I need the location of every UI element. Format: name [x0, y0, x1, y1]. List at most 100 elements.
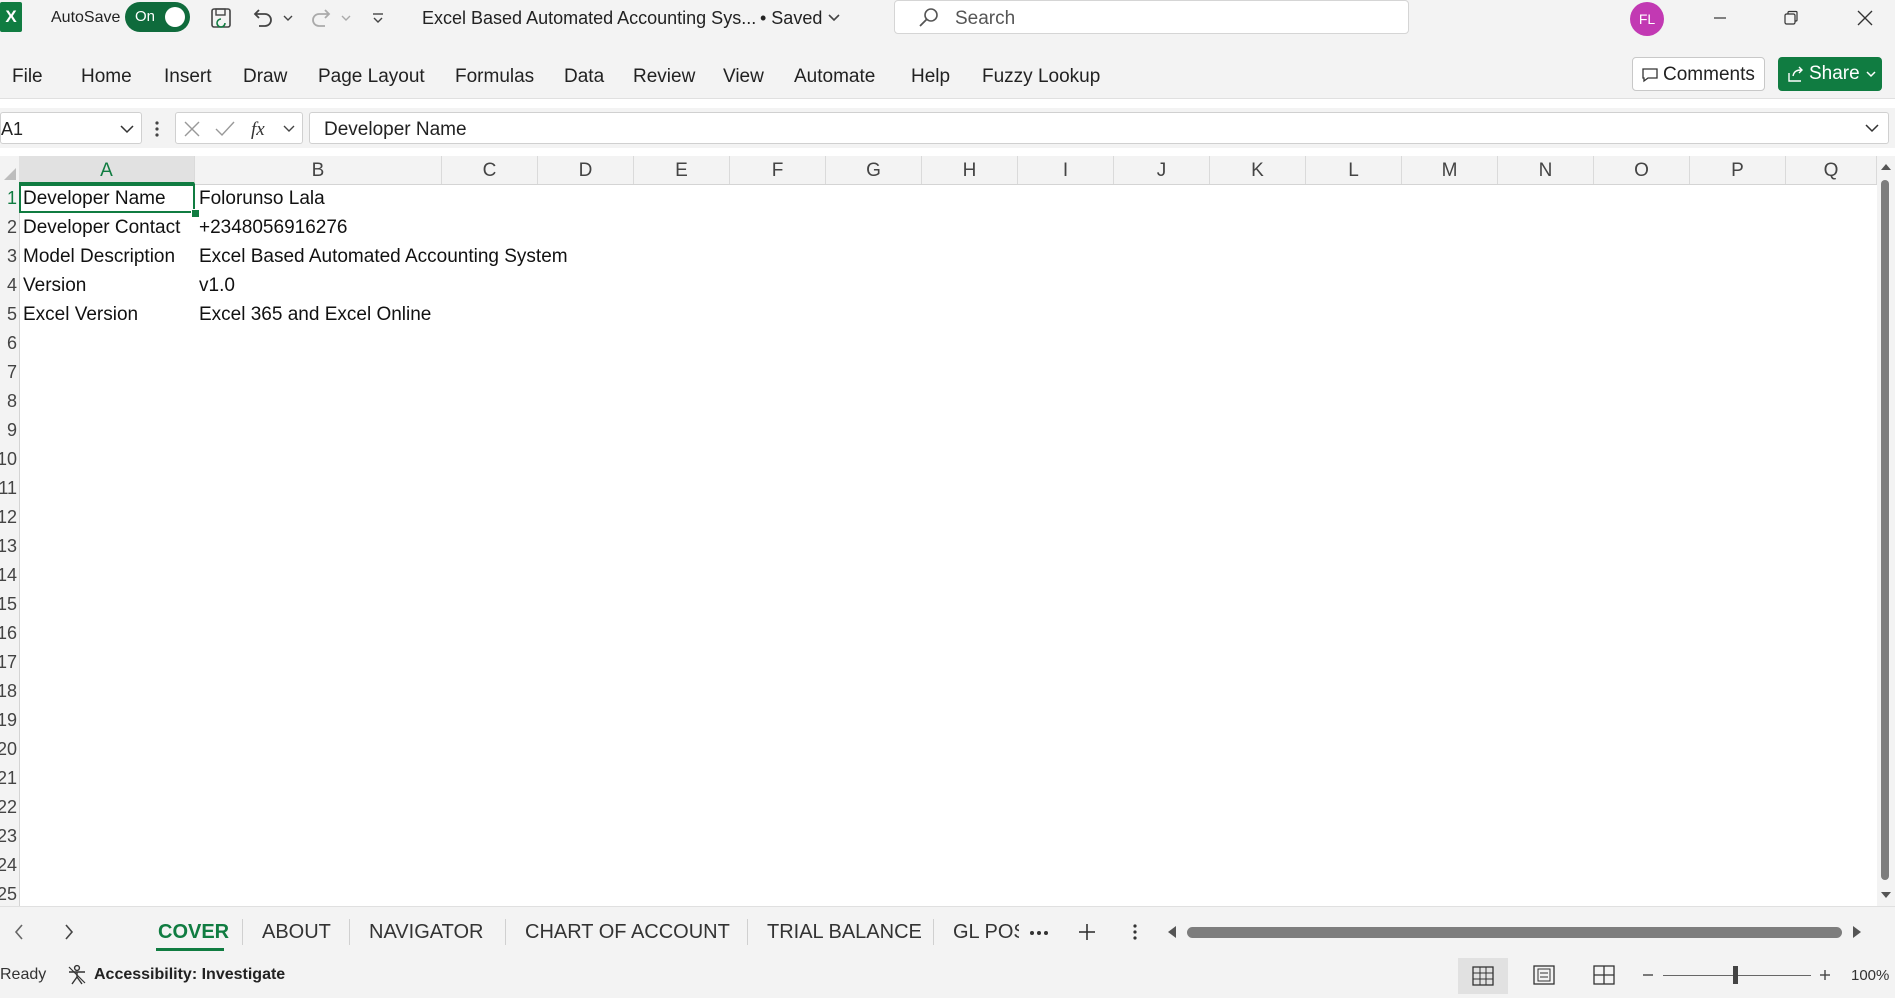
row-header[interactable]: 20	[0, 735, 17, 764]
hscroll-right-icon[interactable]	[1851, 925, 1863, 939]
accessibility-status[interactable]: Accessibility: Investigate	[94, 966, 285, 984]
save-status[interactable]: • Saved	[760, 8, 822, 29]
cell-b3[interactable]: Excel Based Automated Accounting System	[199, 242, 568, 271]
row-header[interactable]: 18	[0, 677, 17, 706]
column-header-o[interactable]: O	[1594, 156, 1690, 184]
zoom-slider-thumb[interactable]	[1733, 966, 1738, 984]
column-header-n[interactable]: N	[1498, 156, 1594, 184]
restore-button[interactable]	[1761, 0, 1821, 36]
formula-input[interactable]: Developer Name	[309, 112, 1889, 144]
column-header-p[interactable]: P	[1690, 156, 1786, 184]
cell-b4[interactable]: v1.0	[199, 271, 235, 300]
row-header[interactable]: 1	[0, 184, 17, 213]
column-header-k[interactable]: K	[1210, 156, 1306, 184]
row-header[interactable]: 2	[0, 213, 17, 242]
column-header-m[interactable]: M	[1402, 156, 1498, 184]
page-break-view-icon[interactable]	[1593, 965, 1615, 985]
save-icon[interactable]	[207, 4, 235, 32]
sheet-scroll-right-icon[interactable]	[62, 922, 76, 942]
more-options-icon[interactable]	[154, 120, 160, 138]
row-header[interactable]: 11	[0, 474, 17, 503]
fill-handle[interactable]	[191, 209, 200, 218]
cell-a4[interactable]: Version	[23, 271, 86, 300]
row-header[interactable]: 25	[0, 880, 17, 906]
user-avatar[interactable]: FL	[1630, 2, 1664, 36]
function-dropdown-icon[interactable]	[282, 124, 296, 134]
zoom-out-icon[interactable]	[1641, 970, 1655, 980]
tab-help[interactable]: Help	[911, 66, 950, 88]
vertical-scrollbar[interactable]	[1877, 156, 1895, 906]
tab-insert[interactable]: Insert	[164, 66, 212, 88]
sheet-tab-about[interactable]: ABOUT	[262, 921, 331, 944]
undo-icon[interactable]	[248, 4, 278, 32]
undo-dropdown-icon[interactable]	[280, 4, 296, 32]
row-header[interactable]: 21	[0, 764, 17, 793]
sheet-tab-trial-balance[interactable]: TRIAL BALANCE	[767, 921, 922, 944]
column-header-a[interactable]: A	[19, 156, 195, 184]
name-box[interactable]: A1	[0, 112, 142, 144]
column-header-e[interactable]: E	[634, 156, 730, 184]
sheet-tab-cover[interactable]: COVER	[158, 921, 229, 944]
worksheet-grid[interactable]: A B C D E F G H I J K L M N O P Q 1 2 3 …	[0, 156, 1877, 906]
tab-fuzzy-lookup[interactable]: Fuzzy Lookup	[982, 66, 1100, 88]
tab-formulas[interactable]: Formulas	[455, 66, 534, 88]
tab-view[interactable]: View	[723, 66, 764, 88]
horizontal-scroll-thumb[interactable]	[1187, 927, 1842, 938]
tab-data[interactable]: Data	[564, 66, 604, 88]
sheet-tab-gl-posting[interactable]: GL POS	[953, 921, 1019, 944]
share-button[interactable]: Share	[1778, 57, 1882, 91]
hscroll-left-icon[interactable]	[1166, 925, 1178, 939]
sheet-tab-chart-of-account[interactable]: CHART OF ACCOUNT	[525, 921, 730, 944]
column-header-g[interactable]: G	[826, 156, 922, 184]
more-sheets-icon[interactable]	[1029, 929, 1049, 937]
document-title[interactable]: Excel Based Automated Accounting Sys...	[422, 8, 756, 29]
zoom-level[interactable]: 100%	[1851, 967, 1889, 984]
redo-dropdown-icon[interactable]	[338, 4, 354, 32]
accessibility-icon[interactable]	[66, 964, 88, 986]
enter-check-icon[interactable]	[214, 119, 236, 139]
normal-view-button[interactable]	[1458, 958, 1508, 994]
column-header-j[interactable]: J	[1114, 156, 1210, 184]
row-header[interactable]: 13	[0, 532, 17, 561]
row-header[interactable]: 3	[0, 242, 17, 271]
page-layout-view-icon[interactable]	[1533, 965, 1555, 985]
vertical-scroll-thumb[interactable]	[1881, 180, 1889, 880]
row-header[interactable]: 16	[0, 619, 17, 648]
column-header-l[interactable]: L	[1306, 156, 1402, 184]
sheet-options-icon[interactable]	[1132, 922, 1138, 942]
add-sheet-icon[interactable]	[1077, 922, 1097, 942]
minimize-button[interactable]	[1690, 0, 1750, 36]
cell-a3[interactable]: Model Description	[23, 242, 175, 271]
tab-automate[interactable]: Automate	[794, 66, 875, 88]
title-dropdown-icon[interactable]	[824, 4, 844, 32]
sheet-tab-navigator[interactable]: NAVIGATOR	[369, 921, 483, 944]
column-header-q[interactable]: Q	[1786, 156, 1877, 184]
tab-home[interactable]: Home	[81, 66, 132, 88]
row-header[interactable]: 10	[0, 445, 17, 474]
row-header[interactable]: 12	[0, 503, 17, 532]
row-header[interactable]: 19	[0, 706, 17, 735]
row-header[interactable]: 17	[0, 648, 17, 677]
tab-draw[interactable]: Draw	[243, 66, 287, 88]
chevron-down-icon[interactable]	[119, 123, 135, 135]
row-header[interactable]: 9	[0, 416, 17, 445]
scroll-down-icon[interactable]	[1880, 890, 1892, 900]
column-header-d[interactable]: D	[538, 156, 634, 184]
zoom-in-icon[interactable]	[1818, 968, 1832, 982]
column-header-f[interactable]: F	[730, 156, 826, 184]
select-all-corner[interactable]	[0, 156, 20, 184]
row-header[interactable]: 6	[0, 329, 17, 358]
customize-toolbar-icon[interactable]	[368, 4, 388, 32]
expand-formula-icon[interactable]	[1864, 122, 1880, 134]
tab-page-layout[interactable]: Page Layout	[318, 66, 425, 88]
cell-a2[interactable]: Developer Contact	[23, 213, 180, 242]
row-header[interactable]: 4	[0, 271, 17, 300]
redo-icon[interactable]	[306, 4, 336, 32]
tab-file[interactable]: File	[12, 66, 43, 88]
cell-a5[interactable]: Excel Version	[23, 300, 138, 329]
search-box[interactable]: Search	[894, 0, 1409, 34]
autosave-toggle[interactable]: On	[125, 2, 190, 32]
row-header[interactable]: 7	[0, 358, 17, 387]
insert-function-icon[interactable]: fx	[250, 118, 276, 140]
sheet-scroll-left-icon[interactable]	[12, 922, 26, 942]
